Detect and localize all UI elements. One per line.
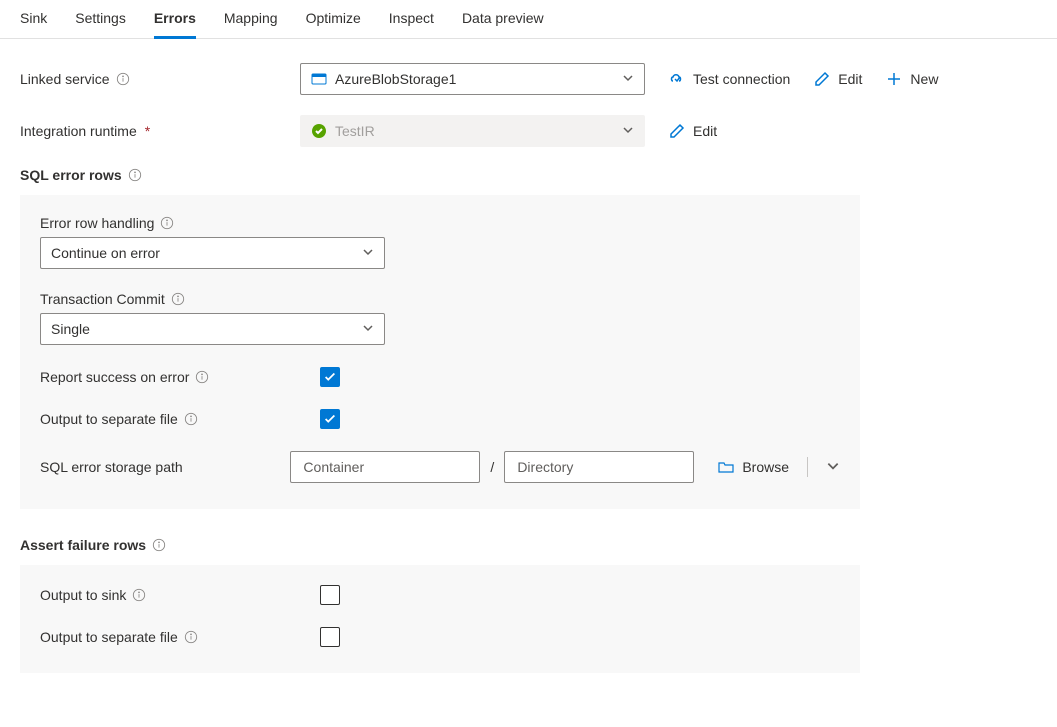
tab-optimize[interactable]: Optimize — [306, 10, 361, 39]
edit-linked-service-button[interactable]: Edit — [814, 71, 862, 87]
connection-icon — [669, 71, 685, 87]
output-to-sink-checkbox[interactable] — [320, 585, 340, 605]
output-separate-file-checkbox[interactable] — [320, 409, 340, 429]
chevron-down-icon — [362, 245, 374, 261]
chevron-down-icon — [622, 71, 634, 87]
test-connection-button[interactable]: Test connection — [669, 71, 790, 87]
linked-service-label: Linked service — [20, 71, 300, 87]
storage-icon — [311, 71, 327, 87]
output-separate-file-label: Output to separate file — [40, 411, 320, 427]
edit-icon — [669, 123, 685, 139]
error-row-handling-select[interactable]: Continue on error — [40, 237, 385, 269]
linked-service-value: AzureBlobStorage1 — [335, 71, 614, 87]
linked-service-select[interactable]: AzureBlobStorage1 — [300, 63, 645, 95]
container-input[interactable] — [290, 451, 480, 483]
browse-dropdown[interactable] — [826, 459, 840, 476]
error-row-handling-label: Error row handling — [40, 215, 840, 231]
tab-errors[interactable]: Errors — [154, 10, 196, 39]
info-icon — [128, 168, 142, 182]
integration-runtime-value: TestIR — [335, 123, 614, 139]
assert-output-separate-file-checkbox[interactable] — [320, 627, 340, 647]
info-icon — [184, 630, 198, 644]
integration-runtime-label: Integration runtime* — [20, 123, 300, 139]
path-separator: / — [488, 459, 496, 475]
tab-settings[interactable]: Settings — [75, 10, 126, 39]
directory-input[interactable] — [504, 451, 694, 483]
info-icon — [195, 370, 209, 384]
folder-icon — [718, 459, 734, 475]
transaction-commit-label: Transaction Commit — [40, 291, 840, 307]
divider — [807, 457, 808, 477]
integration-runtime-select[interactable]: TestIR — [300, 115, 645, 147]
info-icon — [160, 216, 174, 230]
info-icon — [132, 588, 146, 602]
edit-runtime-button[interactable]: Edit — [669, 123, 717, 139]
info-icon — [152, 538, 166, 552]
info-icon — [116, 72, 130, 86]
tab-sink[interactable]: Sink — [20, 10, 47, 39]
tab-inspect[interactable]: Inspect — [389, 10, 434, 39]
check-circle-icon — [311, 123, 327, 139]
report-success-checkbox[interactable] — [320, 367, 340, 387]
assert-output-separate-file-label: Output to separate file — [40, 629, 320, 645]
assert-failure-rows-panel: Output to sink Output to separate file — [20, 565, 860, 673]
output-to-sink-label: Output to sink — [40, 587, 320, 603]
assert-failure-rows-title: Assert failure rows — [20, 537, 1037, 553]
sql-error-rows-title: SQL error rows — [20, 167, 1037, 183]
tab-mapping[interactable]: Mapping — [224, 10, 278, 39]
chevron-down-icon — [622, 123, 634, 139]
report-success-label: Report success on error — [40, 369, 320, 385]
sql-error-storage-path-label: SQL error storage path — [40, 459, 290, 475]
sql-error-rows-panel: Error row handling Continue on error Tra… — [20, 195, 860, 509]
chevron-down-icon — [362, 321, 374, 337]
edit-icon — [814, 71, 830, 87]
tab-bar: Sink Settings Errors Mapping Optimize In… — [0, 0, 1057, 39]
info-icon — [171, 292, 185, 306]
tab-data-preview[interactable]: Data preview — [462, 10, 544, 39]
transaction-commit-select[interactable]: Single — [40, 313, 385, 345]
new-linked-service-button[interactable]: New — [886, 71, 938, 87]
browse-button[interactable]: Browse — [718, 459, 789, 475]
info-icon — [184, 412, 198, 426]
plus-icon — [886, 71, 902, 87]
